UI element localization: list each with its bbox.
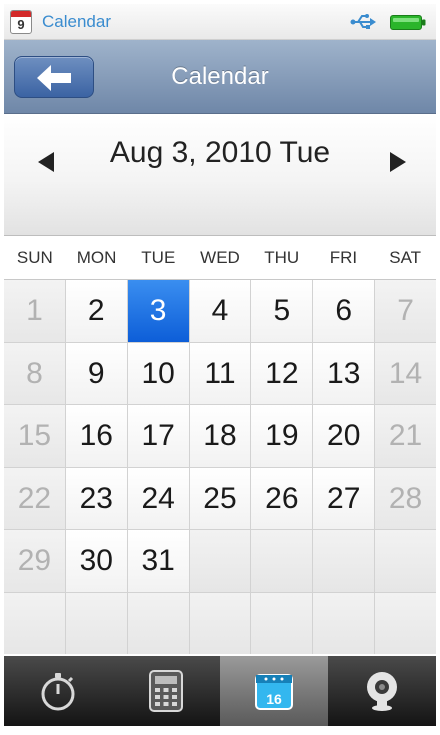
date-header: Aug 3, 2010 Tue <box>4 114 436 236</box>
tab-stopwatch[interactable] <box>4 656 112 726</box>
day-cell[interactable]: 21 <box>375 405 436 467</box>
empty-day-cell <box>251 530 313 592</box>
empty-day-cell <box>65 592 127 654</box>
calendar-grid: 1 2 3 4 5 6 7 8 9 10 11 12 13 14 15 16 1… <box>4 280 436 654</box>
empty-day-cell <box>251 592 313 654</box>
usb-icon <box>350 14 376 29</box>
tab-calculator[interactable] <box>112 656 220 726</box>
day-cell[interactable]: 28 <box>375 467 436 529</box>
day-cell[interactable]: 11 <box>189 342 251 404</box>
weekday-sun: SUN <box>16 248 53 267</box>
tab-calendar-day: 16 <box>266 691 282 707</box>
calculator-icon <box>149 670 183 712</box>
empty-day-cell <box>127 592 189 654</box>
app-icon-day: 9 <box>17 17 25 32</box>
day-cell[interactable]: 15 <box>4 405 65 467</box>
weekday-mon: MON <box>76 248 117 267</box>
day-cell[interactable]: 2 <box>65 280 127 342</box>
weekday-sat: SAT <box>389 248 422 267</box>
day-cell[interactable]: 5 <box>251 280 313 342</box>
stopwatch-icon <box>41 673 75 711</box>
day-cell[interactable]: 10 <box>127 342 189 404</box>
day-cell[interactable]: 6 <box>313 280 375 342</box>
empty-day-cell <box>189 530 251 592</box>
day-cell[interactable]: 22 <box>4 467 65 529</box>
current-date: Aug 3, 2010 Tue <box>109 136 331 169</box>
day-cell[interactable]: 8 <box>4 342 65 404</box>
day-cell[interactable]: 20 <box>313 405 375 467</box>
empty-day-cell <box>375 530 436 592</box>
webcam-icon <box>367 672 397 711</box>
day-cell[interactable]: 7 <box>375 280 436 342</box>
calendar-app-icon: 9 <box>10 10 32 34</box>
tab-webcam[interactable] <box>328 656 436 726</box>
device-screen: 9 Calendar Calendar Aug 3, 2010 Tue SUN … <box>4 4 436 726</box>
day-cell[interactable]: 9 <box>65 342 127 404</box>
day-cell[interactable]: 29 <box>4 530 65 592</box>
back-arrow-icon <box>37 65 71 91</box>
day-cell[interactable]: 14 <box>375 342 436 404</box>
day-cell[interactable]: 31 <box>127 530 189 592</box>
empty-day-cell <box>4 592 65 654</box>
day-cell[interactable]: 1 <box>4 280 65 342</box>
battery-icon <box>390 15 426 30</box>
empty-day-cell <box>313 592 375 654</box>
day-cell[interactable]: 24 <box>127 467 189 529</box>
day-cell[interactable]: 19 <box>251 405 313 467</box>
day-cell[interactable]: 12 <box>251 342 313 404</box>
weekday-tue: TUE <box>141 248 176 267</box>
day-cell[interactable]: 4 <box>189 280 251 342</box>
next-arrow-icon[interactable] <box>378 144 418 180</box>
day-cell[interactable]: 30 <box>65 530 127 592</box>
weekday-header-row: SUN MON TUE WED THU FRI SAT <box>4 236 436 280</box>
status-bar: 9 Calendar <box>4 4 436 40</box>
day-cell[interactable]: 16 <box>65 405 127 467</box>
back-button[interactable] <box>14 56 94 98</box>
day-cell[interactable]: 25 <box>189 467 251 529</box>
day-cell[interactable]: 17 <box>127 405 189 467</box>
weekday-wed: WED <box>200 248 240 267</box>
status-app-title: Calendar <box>42 12 111 31</box>
weekday-thu: THU <box>264 248 300 267</box>
selected-day-cell[interactable]: 3 <box>127 280 189 342</box>
tab-bar: 16 <box>4 656 436 726</box>
empty-day-cell <box>375 592 436 654</box>
day-cell[interactable]: 27 <box>313 467 375 529</box>
day-cell[interactable]: 13 <box>313 342 375 404</box>
empty-day-cell <box>189 592 251 654</box>
day-cell[interactable]: 18 <box>189 405 251 467</box>
empty-day-cell <box>313 530 375 592</box>
day-cell[interactable]: 26 <box>251 467 313 529</box>
tab-calendar[interactable]: 16 <box>220 656 328 726</box>
navigation-bar: Calendar <box>4 40 436 114</box>
day-cell[interactable]: 23 <box>65 467 127 529</box>
weekday-fri: FRI <box>329 248 358 267</box>
